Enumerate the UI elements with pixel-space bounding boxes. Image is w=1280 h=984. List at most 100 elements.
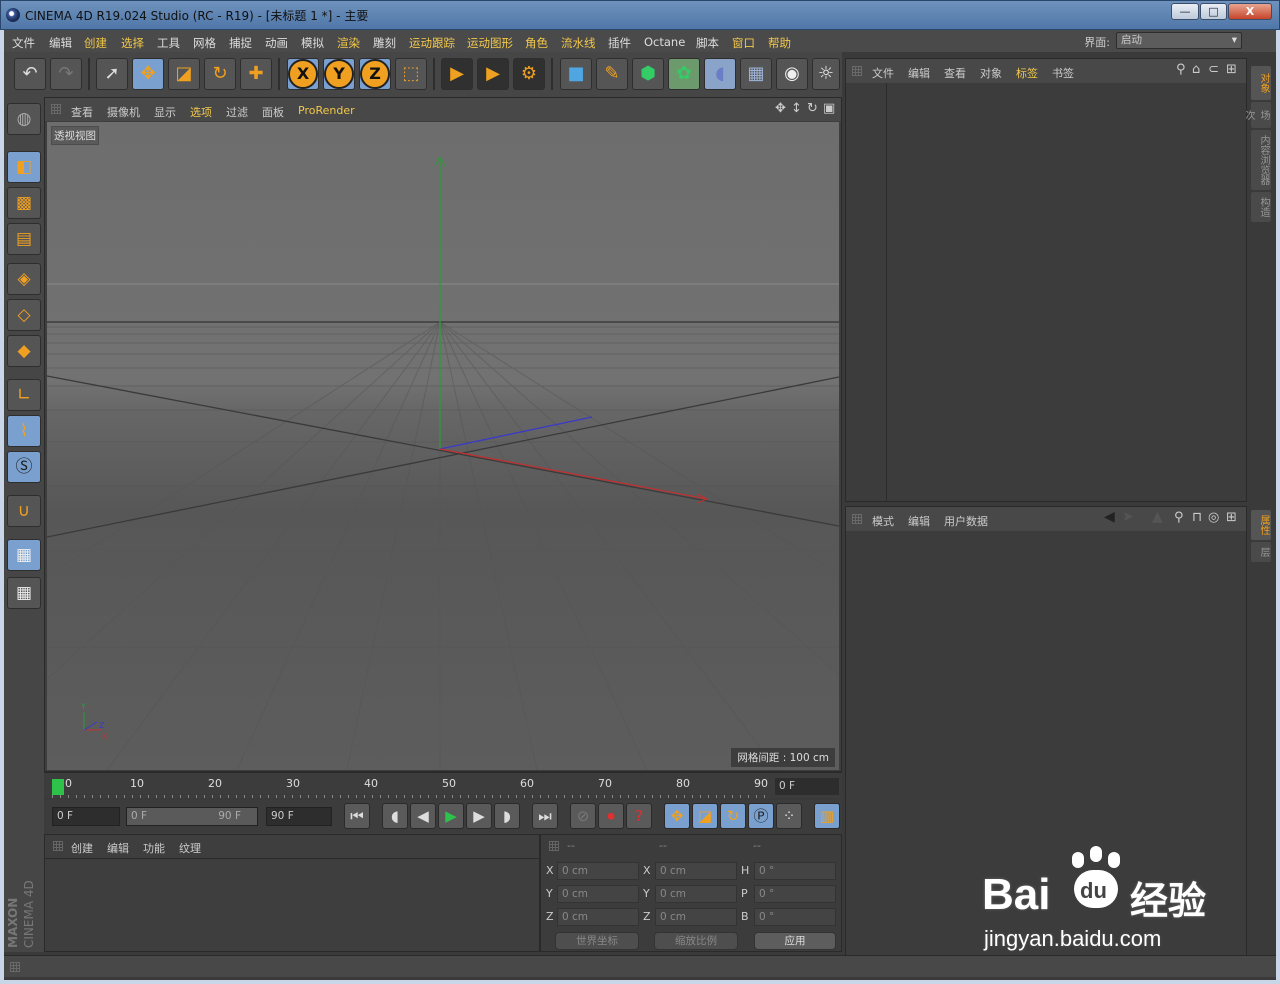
menu-create[interactable]: 创建: [84, 35, 107, 51]
live-select-icon[interactable]: ➚: [96, 58, 128, 90]
panel-grip-icon[interactable]: [53, 841, 63, 851]
start-frame-field[interactable]: 0 F: [52, 807, 120, 826]
search-icon[interactable]: ⚲: [1174, 510, 1184, 525]
current-frame-field[interactable]: 0 F: [775, 778, 839, 795]
pos-x-field[interactable]: 0 cm: [557, 862, 639, 880]
rot-h-field[interactable]: 0 °: [754, 862, 836, 880]
light-icon[interactable]: ☼: [812, 58, 840, 90]
menu-tools[interactable]: 工具: [157, 35, 180, 51]
menu-script[interactable]: 脚本: [696, 35, 719, 51]
subdivision-icon[interactable]: ⬢: [632, 58, 664, 90]
prev-frame-icon[interactable]: ◀: [410, 803, 436, 829]
keyframe-selection-icon[interactable]: ?: [626, 803, 652, 829]
rot-b-field[interactable]: 0 °: [754, 908, 836, 926]
menu-sculpt[interactable]: 雕刻: [373, 35, 396, 51]
menu-character[interactable]: 角色: [525, 35, 548, 51]
new-panel-icon[interactable]: ⊞: [1226, 510, 1237, 525]
viewport-rotate-icon[interactable]: ↻: [807, 101, 818, 116]
size-y-field[interactable]: 0 cm: [655, 885, 737, 903]
menu-select[interactable]: 选择: [121, 35, 144, 51]
material-menu-create[interactable]: 创建: [71, 840, 93, 856]
search-icon[interactable]: ⚲: [1176, 62, 1186, 77]
menu-plugins[interactable]: 插件: [608, 35, 631, 51]
size-x-field[interactable]: 0 cm: [655, 862, 737, 880]
rot-p-field[interactable]: 0 °: [754, 885, 836, 903]
panel-grip-icon[interactable]: [852, 66, 862, 76]
home-icon[interactable]: ⌂: [1192, 62, 1200, 77]
tab-attributes[interactable]: 属性: [1251, 510, 1271, 540]
render-to-picture-viewer-icon[interactable]: ▶: [477, 58, 509, 90]
attribute-menu-mode[interactable]: 模式: [872, 513, 894, 529]
z-axis-button[interactable]: Z: [359, 58, 391, 90]
layout-dropdown[interactable]: 启动: [1116, 32, 1242, 49]
floor-icon[interactable]: ▦: [740, 58, 772, 90]
viewport-menu-display[interactable]: 显示: [154, 104, 176, 120]
record-parameter-icon[interactable]: Ⓟ: [748, 803, 774, 829]
close-button[interactable]: X: [1228, 3, 1272, 20]
menu-help[interactable]: 帮助: [768, 35, 791, 51]
move-icon[interactable]: ✥: [132, 58, 164, 90]
material-menu-edit[interactable]: 编辑: [107, 840, 129, 856]
camera-icon[interactable]: ◉: [776, 58, 808, 90]
preview-range-slider[interactable]: 0 F 90 F: [126, 807, 258, 826]
menu-mesh[interactable]: 网格: [193, 35, 216, 51]
deformer-icon[interactable]: ◖: [704, 58, 736, 90]
playhead[interactable]: [52, 779, 64, 795]
texture-mode-icon[interactable]: ▩: [7, 187, 41, 219]
size-z-field[interactable]: 0 cm: [655, 908, 737, 926]
autokey-icon[interactable]: ⏺: [598, 803, 624, 829]
panel-grip-icon[interactable]: [51, 104, 61, 114]
pos-z-field[interactable]: 0 cm: [557, 908, 639, 926]
object-menu-file[interactable]: 文件: [872, 65, 894, 81]
panel-grip-icon[interactable]: [549, 841, 559, 851]
link-icon[interactable]: ⊂: [1208, 62, 1219, 77]
record-keys-disabled-icon[interactable]: ⊘: [570, 803, 596, 829]
tab-content-browser[interactable]: 内容浏览器: [1251, 130, 1271, 190]
lock-icon[interactable]: ⊓: [1192, 510, 1202, 525]
panel-grip-icon[interactable]: [852, 514, 862, 524]
snap-icon[interactable]: ∪: [7, 495, 41, 527]
redo-icon[interactable]: ↷: [50, 58, 82, 90]
record-position-icon[interactable]: ✥: [664, 803, 690, 829]
viewport-toggle-icon[interactable]: ▣: [823, 101, 835, 116]
object-menu-edit[interactable]: 编辑: [908, 65, 930, 81]
solo-mode-icon[interactable]: Ⓢ: [7, 451, 41, 483]
model-mode-icon[interactable]: ◧: [7, 151, 41, 183]
menu-mograph[interactable]: 运动图形: [467, 35, 513, 51]
tab-structure[interactable]: 构造: [1251, 192, 1271, 222]
viewport-menu-prorender[interactable]: ProRender: [298, 104, 355, 117]
object-menu-objects[interactable]: 对象: [980, 65, 1002, 81]
menu-render[interactable]: 渲染: [337, 35, 360, 51]
viewport-menu-filter[interactable]: 过滤: [226, 104, 248, 120]
scale-mode-dropdown[interactable]: 缩放比例: [654, 932, 738, 950]
world-coordinates-dropdown[interactable]: 世界坐标: [555, 932, 639, 950]
tab-objects[interactable]: 对象: [1251, 66, 1271, 100]
edges-mode-icon[interactable]: ◇: [7, 299, 41, 331]
locked-workplane-icon[interactable]: ▦: [7, 539, 41, 571]
tab-layers[interactable]: 层: [1251, 542, 1271, 562]
pen-icon[interactable]: ✎: [596, 58, 628, 90]
go-to-start-icon[interactable]: ⏮: [344, 803, 370, 829]
object-menu-view[interactable]: 查看: [944, 65, 966, 81]
menu-pipeline[interactable]: 流水线: [561, 35, 596, 51]
panel-grip-icon[interactable]: [10, 962, 20, 972]
object-menu-bookmarks[interactable]: 书签: [1052, 65, 1074, 81]
record-rotation-icon[interactable]: ↻: [720, 803, 746, 829]
tab-takes[interactable]: 场次: [1243, 102, 1271, 128]
menu-animate[interactable]: 动画: [265, 35, 288, 51]
tweak-mode-icon[interactable]: ⌇: [7, 415, 41, 447]
timeline[interactable]: 0 10 20 30 40 50 60 70 80 90 0 F: [44, 772, 842, 798]
back-arrow-icon[interactable]: ◀: [1104, 509, 1115, 525]
perspective-viewport[interactable]: Y X Z 透视视图 网格间距 : 100 cm: [47, 122, 839, 770]
coordinate-system-icon[interactable]: ⬚: [395, 58, 427, 90]
next-key-icon[interactable]: ◗: [494, 803, 520, 829]
planar-workplane-icon[interactable]: ▦: [7, 577, 41, 609]
workplane-mode-icon[interactable]: ▤: [7, 223, 41, 255]
forward-arrow-icon[interactable]: ➤: [1122, 509, 1134, 525]
menu-motion-tracking[interactable]: 运动跟踪: [409, 35, 455, 51]
polygons-mode-icon[interactable]: ◆: [7, 335, 41, 367]
menu-simulate[interactable]: 模拟: [301, 35, 324, 51]
material-menu-function[interactable]: 功能: [143, 840, 165, 856]
axis-mode-icon[interactable]: ∟: [7, 379, 41, 411]
next-frame-icon[interactable]: ▶: [466, 803, 492, 829]
